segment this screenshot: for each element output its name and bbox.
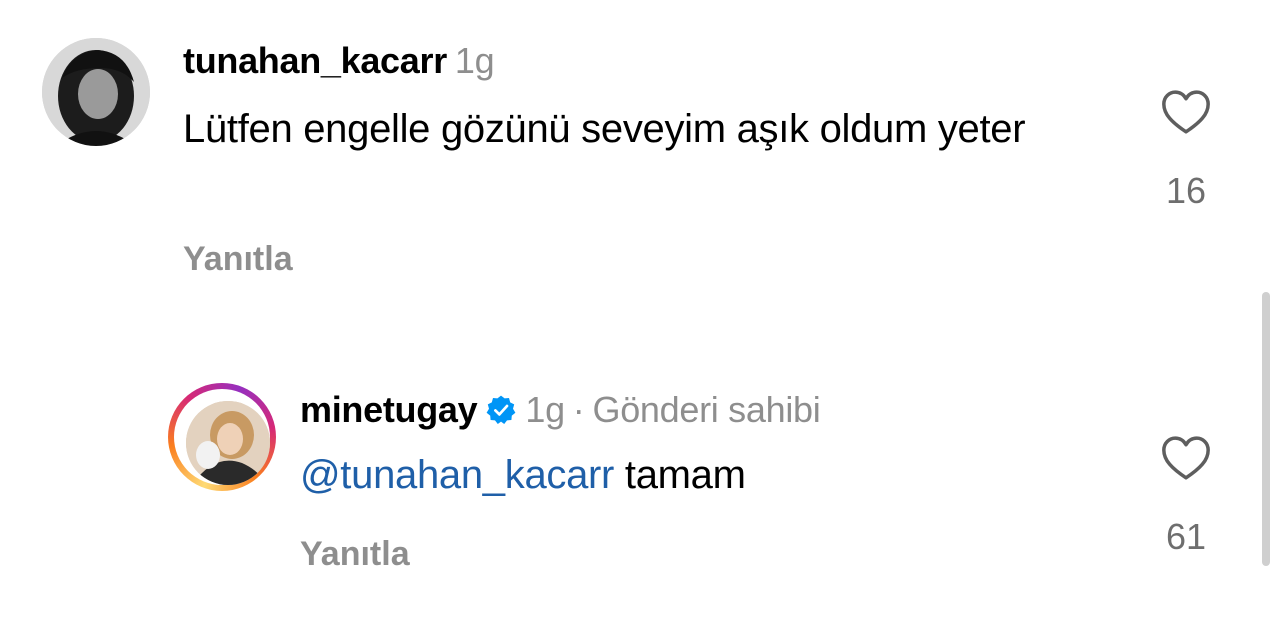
- comment-text: Lütfen engelle gözünü seveyim aşık oldum…: [183, 107, 1026, 151]
- like-button[interactable]: [1158, 430, 1214, 486]
- verified-badge-icon: [486, 395, 516, 424]
- comment-header: tunahan_kacarr 1g: [183, 40, 495, 82]
- comments-thread: tunahan_kacarr 1g Lütfen engelle gözünü s…: [0, 0, 1280, 619]
- comment-time: 1g: [454, 40, 495, 81]
- reply-body: tamam: [624, 453, 746, 497]
- reply-button[interactable]: Yanıtla: [183, 240, 293, 279]
- reply-username[interactable]: minetugay: [300, 389, 478, 430]
- like-count: 61: [1165, 516, 1207, 557]
- reply-text: @tunahan_kacarr tamam: [300, 448, 746, 502]
- reply-header: minetugay 1g · Gönderi sahibi: [300, 389, 821, 431]
- avatar-photo-icon: [42, 38, 150, 146]
- mention-link[interactable]: @tunahan_kacarr: [300, 453, 614, 497]
- reply-time: 1g: [525, 389, 565, 430]
- heart-outline-icon: [1162, 90, 1210, 134]
- reply-avatar: [186, 401, 270, 485]
- reply-avatar-story-ring[interactable]: [168, 383, 276, 491]
- heart-outline-icon: [1162, 436, 1210, 480]
- scrollbar[interactable]: [1262, 292, 1270, 566]
- comment-username[interactable]: tunahan_kacarr: [183, 40, 447, 81]
- meta-separator: ·: [572, 389, 585, 430]
- commenter-avatar[interactable]: [42, 38, 150, 146]
- like-count: 16: [1165, 170, 1207, 211]
- author-label: Gönderi sahibi: [592, 389, 821, 430]
- reply-button[interactable]: Yanıtla: [300, 535, 410, 574]
- like-button[interactable]: [1158, 84, 1214, 140]
- avatar-photo-icon: [186, 401, 270, 485]
